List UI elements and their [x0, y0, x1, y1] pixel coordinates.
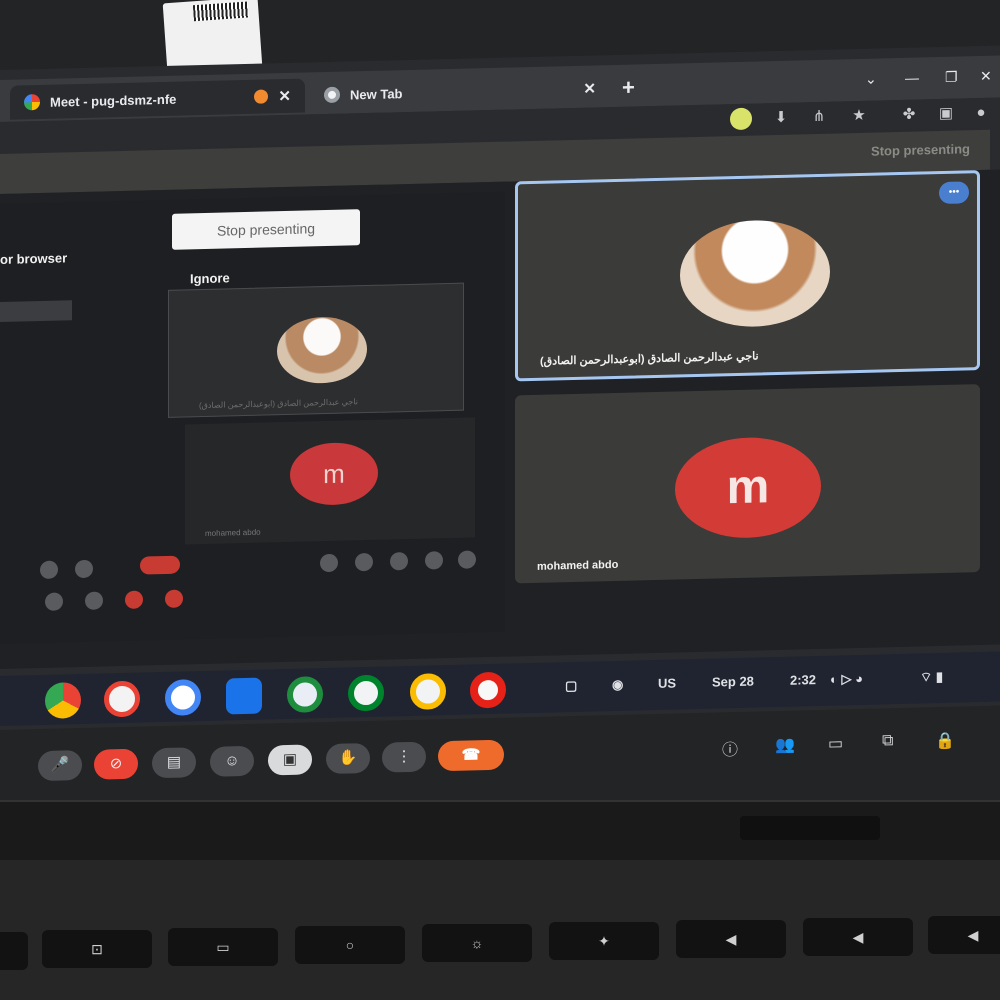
play-store-app-icon[interactable] — [410, 673, 446, 710]
people-icon[interactable]: 👥 — [775, 735, 795, 755]
shared-side-title: or browser — [0, 250, 68, 267]
files-app-icon[interactable] — [226, 677, 262, 715]
shared-screen: or browser Stop presenting Ignore ناجي ع… — [0, 191, 505, 644]
tab-title: New Tab — [350, 85, 403, 102]
screen-capture-icon[interactable]: ▢ — [565, 678, 577, 694]
stop-presenting-link[interactable]: Stop presenting — [871, 141, 970, 158]
ignore-button[interactable]: Ignore — [190, 270, 230, 286]
barcode-sticker — [162, 0, 263, 74]
hinge-slot — [740, 816, 880, 840]
mini-control-icon — [165, 589, 183, 608]
key-mute[interactable]: ◀ — [676, 920, 786, 958]
mini-participant-name: mohamed abdo — [205, 527, 261, 538]
close-tab-icon[interactable]: ✕ — [278, 87, 291, 105]
mini-control-icon — [355, 552, 373, 572]
mini-meet-controls — [0, 542, 505, 624]
participant-avatar-photo — [680, 218, 830, 329]
profile-icon[interactable]: ● — [970, 102, 992, 125]
chrome-app-icon[interactable] — [45, 682, 81, 719]
emoji-button[interactable]: ☺ — [210, 745, 254, 777]
mini-participant-tile: m mohamed abdo — [185, 417, 475, 545]
gmail-app-icon[interactable] — [104, 680, 140, 718]
participant-name: ناجي عبدالرحمن الصادق (ابوعبدالرحمن الصا… — [540, 350, 759, 368]
restore-icon[interactable]: ❐ — [945, 69, 958, 86]
activities-icon[interactable]: ⧉ — [882, 732, 893, 750]
mic-button[interactable]: 🎤 — [38, 749, 82, 782]
barcode — [192, 1, 249, 22]
mini-control-icon — [125, 590, 143, 609]
host-controls-icon[interactable]: 🔒 — [935, 731, 955, 751]
key-brightness-down[interactable]: ☼ — [422, 924, 532, 962]
participant-tile[interactable]: m mohamed abdo — [515, 384, 980, 584]
raise-hand-button[interactable]: ✋ — [326, 742, 370, 775]
download-icon[interactable]: ⬇ — [770, 107, 792, 130]
camera-off-button[interactable]: ⊘ — [94, 748, 138, 780]
extensions-puzzle-icon[interactable]: ✤ — [898, 104, 920, 127]
meet-app-icon[interactable] — [348, 674, 384, 712]
mini-avatar-letter: m — [290, 441, 378, 506]
bookmark-star-icon[interactable]: ★ — [848, 105, 870, 128]
chat-icon[interactable]: ▭ — [828, 733, 843, 753]
key-fullscreen[interactable]: ▭ — [168, 928, 278, 966]
participant-avatar-letter: m — [675, 435, 821, 540]
youtube-app-icon[interactable] — [470, 671, 506, 709]
mini-participant-name: ناجي عبدالرحمن الصادق (ابوعبدالرحمن الصا… — [199, 397, 358, 411]
close-tab-icon[interactable]: ✕ — [583, 79, 596, 97]
meet-stage: or browser Stop presenting Ignore ناجي ع… — [0, 169, 1000, 782]
recording-indicator-icon — [254, 89, 269, 104]
info-icon[interactable]: ⓘ — [722, 736, 738, 760]
key-back[interactable]: ⊡ — [42, 930, 152, 968]
minimize-icon[interactable]: — — [905, 70, 919, 86]
key-brightness-up[interactable]: ✦ — [549, 922, 659, 960]
key-overview[interactable]: ○ — [295, 926, 405, 964]
status-icons[interactable]: ◐ ▷ ◕ — [830, 671, 863, 688]
chat-app-icon[interactable] — [287, 676, 323, 713]
shared-stop-presenting-button[interactable]: Stop presenting — [172, 209, 360, 250]
mini-control-icon — [425, 551, 443, 570]
mini-avatar-photo — [277, 316, 367, 385]
laptop-screen: Meet - pug-dsmz-nfe ✕ New Tab ✕ + ⌄ — ❐ … — [0, 45, 1000, 782]
extension-icon[interactable] — [730, 107, 752, 131]
side-panel-icon[interactable]: ▣ — [935, 103, 957, 126]
mini-control-icon — [390, 552, 408, 571]
close-window-icon[interactable]: ✕ — [980, 68, 992, 85]
chevron-down-icon[interactable]: ⌄ — [865, 71, 877, 88]
participant-tile-speaking[interactable]: ••• ناجي عبدالرحمن الصادق (ابوعبدالرحمن … — [515, 170, 980, 382]
tab-new-tab[interactable]: New Tab ✕ — [310, 71, 610, 112]
notification-icon[interactable]: ◉ — [612, 677, 623, 693]
tab-meet[interactable]: Meet - pug-dsmz-nfe ✕ — [10, 78, 305, 120]
participant-name: mohamed abdo — [537, 558, 619, 573]
date-display[interactable]: Sep 28 — [712, 674, 754, 690]
more-options-button[interactable]: ⋮ — [382, 741, 426, 773]
present-button[interactable]: ▣ — [268, 744, 312, 776]
chrome-icon — [324, 86, 340, 104]
mini-participant-tile: ناجي عبدالرحمن الصادق (ابوعبدالرحمن الصا… — [168, 282, 464, 418]
keyboard-deck: ⊡ ▭ ○ ☼ ✦ ◀ ◀ ◀ — [0, 860, 1000, 1000]
captions-button[interactable]: ▤ — [152, 747, 196, 779]
calendar-app-icon[interactable] — [165, 679, 201, 716]
key-escape[interactable] — [0, 932, 28, 970]
mini-control-icon — [458, 550, 476, 569]
mini-control-icon — [85, 591, 103, 610]
key-volume-down[interactable]: ◀ — [803, 918, 913, 956]
wifi-battery-icon[interactable]: ⌔ ▮ — [920, 669, 943, 686]
mini-control-icon — [40, 560, 58, 580]
mini-control-icon — [320, 553, 338, 573]
tab-title: Meet - pug-dsmz-nfe — [50, 91, 177, 110]
time-display[interactable]: 2:32 — [790, 672, 816, 688]
photo-of-laptop: Meet - pug-dsmz-nfe ✕ New Tab ✕ + ⌄ — ❐ … — [0, 0, 1000, 1000]
leave-call-button[interactable]: ☎ — [438, 739, 504, 772]
shared-side-bar — [0, 300, 72, 322]
mini-control-icon — [45, 592, 63, 611]
meet-control-bar: 🎤 ⊘ ▤ ☺ ▣ ✋ ⋮ ☎ ⓘ 👥 ▭ ⧉ 🔒 — [0, 718, 1000, 798]
speaking-indicator-icon: ••• — [939, 181, 969, 205]
mini-control-icon — [140, 555, 180, 575]
google-meet-icon — [24, 94, 40, 111]
key-volume-up[interactable]: ◀ — [928, 916, 1000, 954]
share-icon[interactable]: ⋔ — [808, 106, 830, 129]
input-locale[interactable]: US — [658, 675, 676, 690]
new-tab-button[interactable]: + — [622, 74, 635, 100]
mini-control-icon — [75, 559, 93, 579]
